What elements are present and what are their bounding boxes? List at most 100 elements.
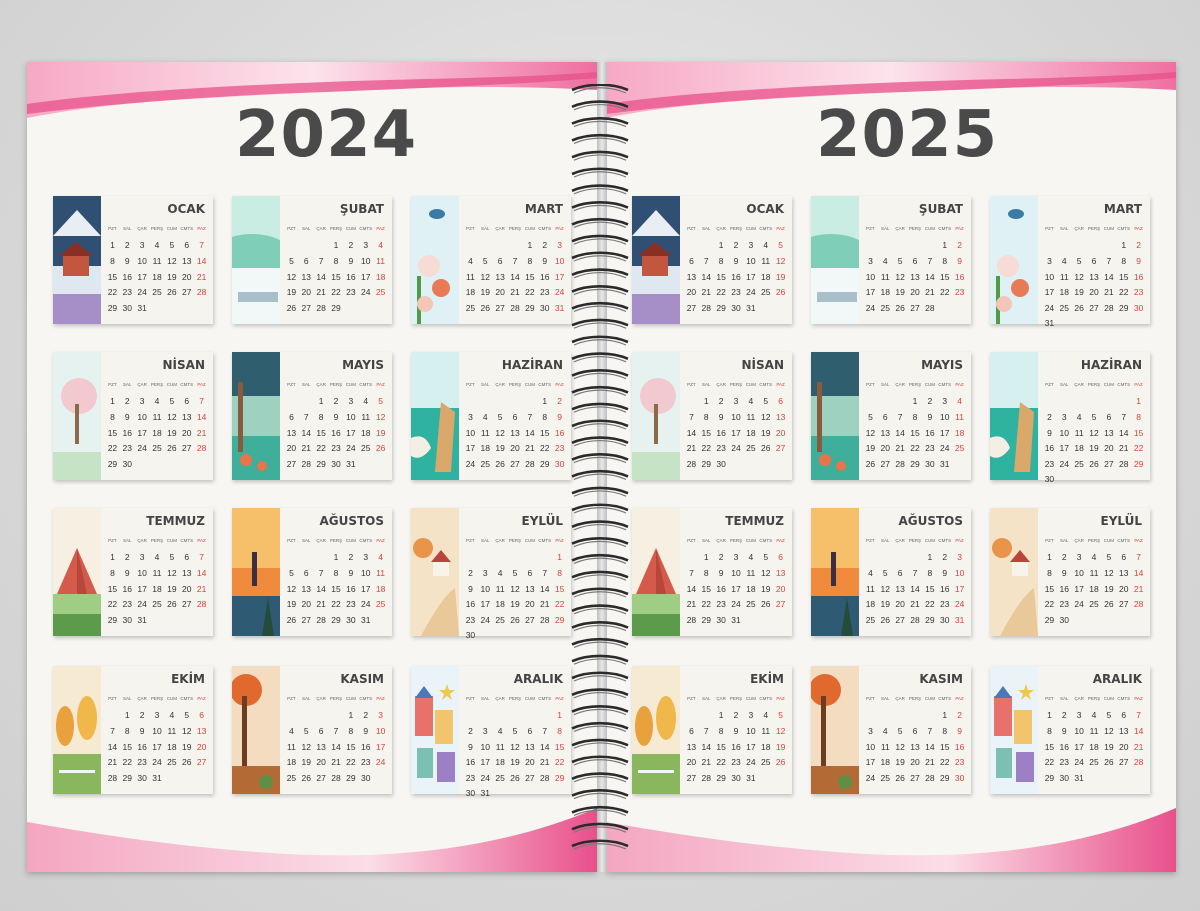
weekday-header: CUM bbox=[924, 381, 935, 387]
day-cell: 25 bbox=[286, 772, 297, 783]
day-cell: 16 bbox=[122, 427, 133, 438]
day-cell: 6 bbox=[318, 725, 324, 736]
day-cell: 25 bbox=[167, 757, 177, 768]
day-cell: 5 bbox=[868, 411, 873, 422]
day-cell: 17 bbox=[360, 583, 371, 594]
day-cell: 18 bbox=[152, 271, 162, 282]
day-cell: 25 bbox=[152, 443, 162, 454]
day-grid: PZT SAL ÇAR PERŞ CUM CMTS PAZ 1 2 3 4 5 6 7 8 9 10 11 12 13… bbox=[684, 534, 788, 628]
day-cell: 16 bbox=[360, 741, 371, 752]
day-cell: 15 bbox=[554, 741, 565, 752]
weekday-header: SAL bbox=[481, 695, 490, 701]
day-cell: 8 bbox=[333, 567, 339, 578]
day-cell: 9 bbox=[363, 725, 369, 736]
winter-house-illustration-icon bbox=[632, 196, 680, 324]
weekday-header: PERŞ bbox=[1087, 695, 1101, 701]
day-cell: 2 bbox=[927, 396, 933, 407]
weekday-header: PERŞ bbox=[1087, 537, 1101, 543]
day-cell: 19 bbox=[895, 757, 905, 768]
weekday-header: ÇAR bbox=[895, 381, 905, 387]
day-cell: 25 bbox=[375, 287, 386, 298]
day-cell: 31 bbox=[1044, 318, 1055, 329]
day-cell: 29 bbox=[716, 772, 726, 783]
weekday-header: PAZ bbox=[197, 225, 206, 231]
day-cell: 9 bbox=[942, 567, 948, 578]
day-cell: 9 bbox=[957, 255, 962, 266]
weekday-header: SAL bbox=[1060, 537, 1069, 543]
day-cell: 4 bbox=[363, 396, 369, 407]
day-grid: PZT SAL ÇAR PERŞ CUM CMTS PAZ 1 2 3 4 5 6 7 8 9 10 11 12 13… bbox=[863, 534, 967, 628]
weekday-header: ÇAR bbox=[316, 695, 326, 701]
weekday-header: PERŞ bbox=[908, 225, 922, 231]
day-cell: 19 bbox=[181, 741, 192, 752]
day-cell: 12 bbox=[1104, 725, 1114, 736]
day-cell: 23 bbox=[954, 757, 965, 768]
day-cell: 6 bbox=[184, 240, 190, 251]
day-cell: 23 bbox=[346, 287, 356, 298]
day-cell: 15 bbox=[701, 583, 712, 594]
day-cell: 10 bbox=[954, 567, 965, 578]
day-cell: 3 bbox=[748, 710, 754, 721]
day-cell: 11 bbox=[1089, 567, 1099, 578]
day-cell: 1 bbox=[912, 396, 918, 407]
day-cell: 10 bbox=[375, 725, 386, 736]
weekday-header: PAZ bbox=[1134, 695, 1143, 701]
month-card: MAYIS PZT SAL ÇAR PERŞ CUM CMTS PAZ 1 2 3 4 5 6 7 8 9 10 1… bbox=[232, 352, 392, 480]
day-cell: 30 bbox=[465, 630, 476, 641]
weekday-header: ÇAR bbox=[1074, 381, 1084, 387]
day-cell: 22 bbox=[346, 757, 356, 768]
day-cell: 13 bbox=[880, 427, 891, 438]
day-cell: 26 bbox=[286, 614, 297, 625]
day-cell: 18 bbox=[865, 599, 876, 610]
weekday-header: CMTS bbox=[1117, 695, 1131, 701]
autumn-house-illustration-icon bbox=[990, 508, 1038, 636]
day-cell: 12 bbox=[760, 411, 771, 422]
day-cell: 6 bbox=[778, 396, 783, 407]
day-cell: 2 bbox=[139, 710, 145, 721]
day-cell: 11 bbox=[361, 411, 371, 422]
day-cell: 8 bbox=[110, 411, 115, 422]
day-cell: 19 bbox=[775, 271, 786, 282]
day-grid: PZT SAL ÇAR PERŞ CUM CMTS PAZ 1 2 3 4 5 6 7 8 9 10 11 12 13… bbox=[1042, 222, 1146, 331]
day-cell: 27 bbox=[1104, 458, 1114, 469]
day-cell: 28 bbox=[301, 458, 312, 469]
weekday-header: ÇAR bbox=[316, 537, 326, 543]
day-cell: 18 bbox=[480, 443, 491, 454]
day-cell: 29 bbox=[554, 772, 565, 783]
day-cell: 26 bbox=[775, 757, 786, 768]
weekday-header: PERŞ bbox=[329, 537, 343, 543]
month-card: KASIM PZT SAL ÇAR PERŞ CUM CMTS PAZ 1 2 3 4 5 6 7 8 9 10 1… bbox=[232, 666, 392, 794]
day-cell: 17 bbox=[480, 757, 491, 768]
day-cell: 22 bbox=[107, 599, 118, 610]
day-cell: 19 bbox=[880, 599, 891, 610]
snowy-landscape-illustration-icon bbox=[811, 196, 859, 324]
month-name: ŞUBAT bbox=[918, 202, 963, 216]
day-cell: 23 bbox=[122, 599, 133, 610]
day-cell: 6 bbox=[912, 255, 918, 266]
weekday-header: PAZ bbox=[955, 537, 964, 543]
weekday-header: SAL bbox=[1060, 695, 1069, 701]
day-cell: 9 bbox=[733, 255, 739, 266]
day-cell: 5 bbox=[1076, 255, 1082, 266]
day-cell: 13 bbox=[301, 583, 312, 594]
weekday-header: PERŞ bbox=[150, 225, 164, 231]
day-cell: 23 bbox=[539, 287, 550, 298]
day-cell: 14 bbox=[925, 271, 935, 282]
day-cell: 6 bbox=[689, 725, 694, 736]
day-cell: 19 bbox=[286, 599, 297, 610]
day-cell: 27 bbox=[895, 614, 905, 625]
weekday-header: PZT bbox=[866, 537, 875, 543]
day-cell: 15 bbox=[107, 271, 118, 282]
weekday-header: PZT bbox=[1045, 381, 1054, 387]
day-cell: 17 bbox=[954, 583, 965, 594]
day-cell: 30 bbox=[122, 614, 133, 625]
day-cell: 24 bbox=[865, 302, 876, 313]
christmas-town-illustration-icon bbox=[411, 666, 459, 794]
year-title: 2025 bbox=[816, 98, 999, 172]
day-cell: 12 bbox=[375, 411, 386, 422]
weekday-header: PZT bbox=[466, 537, 475, 543]
day-cell: 15 bbox=[122, 741, 133, 752]
weekday-header: ÇAR bbox=[1074, 695, 1084, 701]
day-cell: 17 bbox=[137, 583, 147, 594]
month-card: EYLÜL PZT SAL ÇAR PERŞ CUM CMTS PAZ 1 2 3 4 5 6 7 8 9 10 1… bbox=[990, 508, 1150, 636]
